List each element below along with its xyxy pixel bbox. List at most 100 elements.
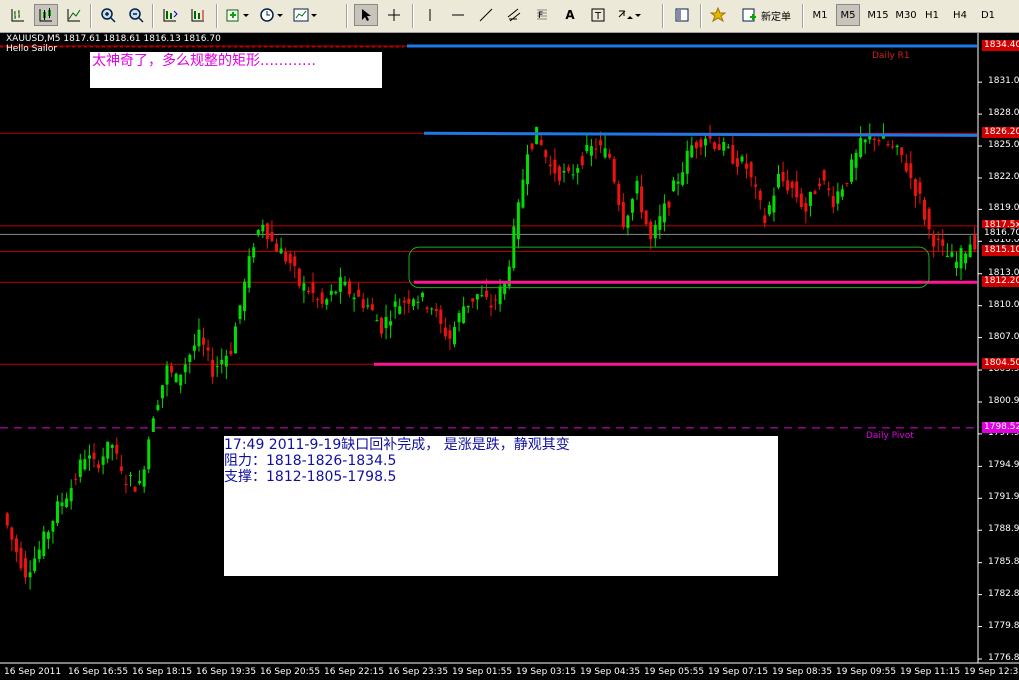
candle-body [644, 210, 648, 225]
tf-m15-button[interactable]: M15 [864, 4, 892, 26]
time-tick-label: 19 Sep 09:55 [836, 667, 897, 677]
candle-body [539, 140, 543, 145]
candle-body [352, 297, 356, 300]
candle-body [895, 145, 899, 148]
svg-text:F: F [538, 11, 543, 21]
candle-body [174, 373, 178, 383]
chart-window[interactable]: XAUUSD,M5 1817.61 1818.61 1816.13 1816.7… [0, 33, 1019, 680]
templates-icon[interactable] [290, 4, 320, 26]
tf-m1-button[interactable]: M1 [808, 4, 832, 26]
candle-body [366, 305, 370, 307]
line-chart-icon[interactable] [62, 4, 86, 26]
autoscroll-icon[interactable] [186, 4, 210, 26]
periods-icon[interactable] [256, 4, 286, 26]
candle-body [46, 532, 50, 540]
tf-m5-button[interactable]: M5 [836, 4, 860, 26]
candle-body [959, 248, 963, 269]
candle-body [179, 374, 183, 386]
candle-body [188, 354, 192, 362]
candle-body [160, 385, 164, 399]
zoom-in-icon[interactable] [96, 4, 120, 26]
price-level-tag: 1804.50 [982, 358, 1019, 370]
text-label-icon[interactable]: T [586, 4, 610, 26]
note-line-2: 阻力：1818-1826-1834.5 [224, 453, 397, 469]
text-note-main[interactable]: 17:49 2011-9-19缺口回补完成， 是涨是跌，静观其变 阻力：1818… [224, 436, 778, 576]
candle-body [740, 156, 744, 162]
candle-body [653, 224, 657, 239]
cursor-icon[interactable] [354, 4, 378, 26]
candle-body [229, 350, 233, 355]
price-chart[interactable] [0, 33, 1019, 680]
candle-body [65, 498, 69, 507]
candle-body [320, 292, 324, 304]
daily-pivot-label: Daily Pivot [866, 431, 914, 441]
tf-m30-button[interactable]: M30 [892, 4, 920, 26]
candle-body [571, 174, 575, 176]
candle-body [142, 469, 146, 487]
indicators-icon[interactable] [222, 4, 252, 26]
candle-body [626, 215, 630, 228]
candle-body [516, 202, 520, 240]
crosshair-icon[interactable] [382, 4, 406, 26]
candle-body [658, 216, 662, 230]
candle-body [713, 142, 717, 149]
candle-body [927, 208, 931, 230]
candle-body [726, 146, 730, 148]
price-level-tag: 1816.70 [982, 228, 1019, 240]
bar-chart-icon[interactable] [6, 4, 30, 26]
navigator-icon[interactable] [670, 4, 694, 26]
price-level-tag: 1834.40 [982, 40, 1019, 51]
candle-body [763, 215, 767, 224]
candle-body [813, 191, 817, 195]
daily-r1-label: Daily R1 [872, 51, 910, 61]
candle-body [156, 404, 160, 410]
horizontal-line-icon[interactable] [446, 4, 470, 26]
candle-body [594, 148, 598, 150]
candle-body [119, 466, 123, 471]
zoom-out-icon[interactable] [124, 4, 148, 26]
tf-h4-button[interactable]: H4 [948, 4, 972, 26]
equidistant-channel-icon[interactable] [502, 4, 526, 26]
tf-h1-button[interactable]: H1 [920, 4, 944, 26]
candle-body [489, 305, 493, 308]
candle-body [211, 359, 215, 377]
trendline-icon[interactable] [474, 4, 498, 26]
candle-body [202, 337, 206, 345]
candle-body [731, 145, 735, 164]
candle-body [608, 153, 612, 158]
candle-body [452, 327, 456, 345]
candle-body [672, 180, 676, 192]
expert-advisors-icon[interactable] [706, 4, 730, 26]
candle-body [443, 327, 447, 337]
candle-body [306, 290, 310, 293]
price-tick-label: 1794.90 [988, 460, 1019, 471]
tf-d1-button[interactable]: D1 [976, 4, 1000, 26]
candle-body [206, 347, 210, 351]
candle-body [5, 513, 9, 526]
fibonacci-icon[interactable]: F [530, 4, 554, 26]
candle-body [776, 173, 780, 188]
candle-body [535, 126, 539, 145]
candle-body [836, 191, 840, 204]
text-icon[interactable]: A [558, 4, 582, 26]
candle-body [28, 572, 32, 578]
candle-body [69, 488, 73, 502]
candle-body [722, 142, 726, 151]
candle-body [804, 202, 808, 212]
text-note-top[interactable]: 太神奇了，多么规整的矩形………… [90, 52, 382, 88]
candle-body [685, 150, 689, 174]
candle-body [831, 195, 835, 207]
candle-body [78, 459, 82, 477]
arrows-icon[interactable] [614, 4, 644, 26]
candle-body [557, 166, 561, 181]
candle-body [51, 521, 55, 532]
candle-body [954, 261, 958, 268]
chart-shift-icon[interactable] [158, 4, 182, 26]
price-tick-label: 1825.00 [988, 140, 1019, 151]
new-order-button[interactable]: 新定单 [736, 4, 796, 26]
candle-body [402, 300, 406, 303]
vertical-line-icon[interactable] [418, 4, 442, 26]
candle-body [585, 144, 589, 152]
candlestick-icon[interactable] [34, 4, 58, 26]
time-tick-label: 16 Sep 18:15 [132, 667, 193, 677]
